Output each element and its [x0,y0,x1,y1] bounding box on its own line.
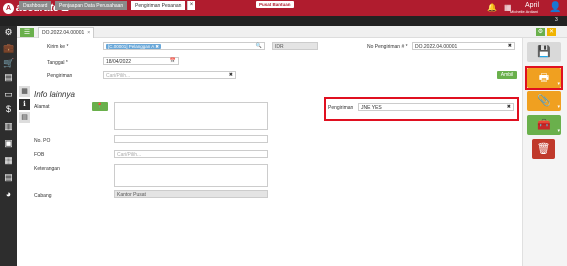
cabang-field: Kantor Pusat [114,190,268,198]
fob-search-field[interactable]: Cari/Pilih... [114,150,268,158]
alamat-textarea[interactable] [114,102,268,130]
tab-pengiriman-pesanan[interactable]: Pengiriman Pesanan [131,1,186,10]
info-pengiriman-field[interactable]: JNE YES ✖ [358,103,514,111]
user-subtitle: Michelle Ardiani [510,9,539,14]
no-pengiriman-value: DO.2022.04.00001 [415,44,458,50]
cabang-label: Cabang [34,193,52,199]
menu-list-icon[interactable]: ☰ [20,28,34,37]
ambil-button[interactable]: Ambil [497,71,517,79]
info-section-title: Info lainnya [34,90,75,99]
help-center-button[interactable]: Pusat Bantuan [256,1,294,8]
alamat-label: Alamat [34,104,50,110]
keterangan-label: Keterangan [34,166,60,172]
no-pengiriman-field[interactable]: DO.2022.04.00001 ✖ [412,42,515,50]
clear-icon[interactable]: ✖ [508,43,512,49]
customer-chip-label: [C.00001] Pelanggan A [108,44,155,49]
save-button[interactable]: 💾 [527,42,561,62]
cart-icon[interactable]: 🛒 [3,58,14,69]
logo-mark-icon: A [3,2,14,14]
toolbox-icon: 🧰 [537,119,551,131]
no-po-field[interactable] [114,135,268,143]
side-tab-notes[interactable]: ▤ [19,112,30,123]
clear-icon[interactable]: ✖ [229,72,233,78]
tools-button[interactable]: 🧰 ▾ [527,115,561,135]
tab-close-icon[interactable]: × [187,1,195,10]
pie-chart-icon[interactable]: ◕ [3,189,14,200]
table-icon[interactable]: ▤ [3,172,14,183]
bell-icon[interactable]: 🔔 [487,3,497,12]
fob-placeholder: Cari/Pilih... [117,152,142,158]
settings-gear-icon[interactable]: ⚙ [536,28,545,36]
pengiriman-label: Pengiriman [47,73,73,79]
kirim-ke-label: Kirim ke * [47,44,69,50]
tab-bar [0,16,567,26]
no-po-label: No. PO [34,138,51,144]
document-tab[interactable]: DO.2022.04.00001 × [38,27,95,38]
kirim-ke-field[interactable]: [C.00001] Pelanggan A ✖ 🔍 [103,42,265,50]
pengiriman-search-field[interactable]: Cari/Pilih... ✖ [103,71,236,79]
tab-dashboard[interactable]: Dashboard [19,1,52,10]
gear-icon[interactable]: ⚙ [3,27,14,38]
tab-penjaapan-data[interactable]: Penjaapan Data Perusahaan [55,1,128,10]
close-document-icon[interactable]: ✕ [547,28,556,36]
info-pengiriman-value: JNE YES [361,105,382,111]
document-tab-label: DO.2022.04.00001 [42,30,85,36]
tanggal-field[interactable]: 18/04/2022 📅 [103,57,179,65]
store-icon[interactable]: ▤ [3,72,14,83]
keterangan-textarea[interactable] [114,164,268,187]
trash-icon: 🗑 [536,143,551,155]
tanggal-label: Tanggal * [47,60,68,66]
pengiriman-placeholder: Cari/Pilih... [106,73,131,79]
customer-chip[interactable]: [C.00001] Pelanggan A ✖ [106,44,162,49]
delete-button[interactable]: 🗑 [532,139,555,159]
user-name[interactable]: April [525,2,539,9]
no-pengiriman-label: No Pengiriman # * [367,44,408,50]
search-icon[interactable]: 🔍 [256,43,262,49]
currency-field: IDR [272,42,318,50]
side-tab-table[interactable]: ▦ [19,86,30,97]
money-icon[interactable]: $ [3,104,14,115]
attachment-button[interactable]: 📎 ▾ [527,91,561,111]
tab-count-badge: 3 [555,17,558,23]
side-tab-info[interactable]: ℹ [19,99,30,110]
clear-icon[interactable]: ✖ [507,104,511,110]
bank-icon[interactable]: ▥ [3,121,14,132]
calendar-icon[interactable]: 📅 [170,58,176,64]
factory-icon[interactable]: ▦ [3,155,14,166]
map-marker-button[interactable]: 📍 [92,102,108,111]
ambil-button-label: Ambil [500,72,514,78]
paperclip-icon: 📎 [537,95,551,107]
inbox-icon[interactable]: ▭ [3,89,14,100]
boxes-icon[interactable]: ▣ [3,138,14,149]
document-toolbar [17,26,567,38]
close-icon[interactable]: × [87,30,90,36]
info-pengiriman-label: Pengiriman [328,105,354,111]
user-avatar-icon[interactable]: 👤 [549,2,561,13]
chevron-down-icon: ▾ [557,128,560,134]
save-icon: 💾 [537,46,551,58]
briefcase-icon[interactable]: 💼 [3,43,14,54]
tanggal-value: 18/04/2022 [106,59,132,65]
chevron-down-icon: ▾ [557,104,560,110]
fob-label: FOB [34,152,45,158]
print-highlight [525,66,563,90]
